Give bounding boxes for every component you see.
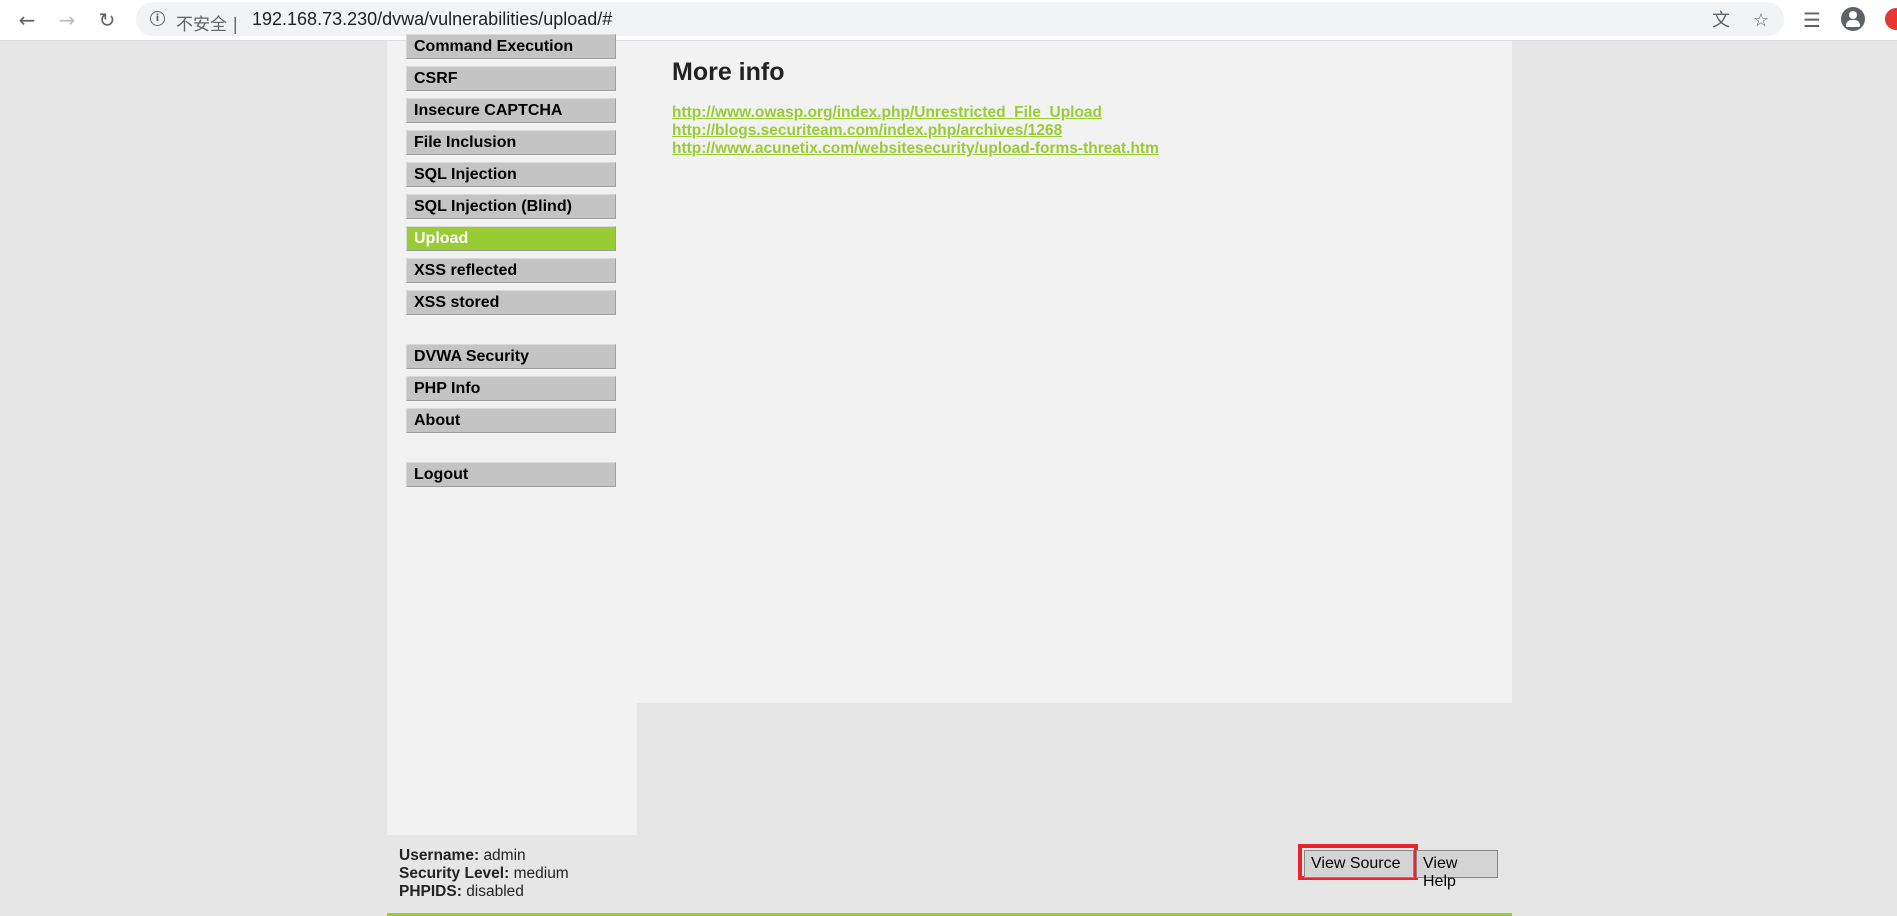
- sidebar-item-about[interactable]: About: [406, 408, 616, 433]
- avatar-icon[interactable]: [1841, 7, 1865, 31]
- username-value: admin: [483, 847, 526, 864]
- translate-icon[interactable]: 文: [1710, 10, 1732, 32]
- reading-list-icon[interactable]: ☰: [1798, 6, 1826, 34]
- reload-icon[interactable]: ↻: [93, 6, 121, 34]
- back-icon[interactable]: ←: [13, 6, 41, 34]
- forward-icon[interactable]: →: [53, 6, 81, 34]
- address-bar[interactable]: i 不安全 | 192.168.73.230/dvwa/vulnerabilit…: [136, 2, 1784, 36]
- main-content: More info http://www.owasp.org/index.php…: [637, 41, 1512, 703]
- sidebar-item-xss-stored[interactable]: XSS stored: [406, 290, 616, 315]
- security-level-value: medium: [513, 865, 569, 882]
- sidebar-item-php-info[interactable]: PHP Info: [406, 376, 616, 401]
- sidebar-item-insecure-captcha[interactable]: Insecure CAPTCHA: [406, 98, 616, 123]
- phpids-label: PHPIDS:: [399, 883, 462, 900]
- section-title: More info: [672, 58, 785, 86]
- star-icon[interactable]: ☆: [1750, 10, 1772, 32]
- url-text[interactable]: 192.168.73.230/dvwa/vulnerabilities/uplo…: [252, 9, 612, 30]
- username-label: Username:: [399, 847, 480, 864]
- user-info: Username: admin Security Level: medium P…: [399, 847, 569, 901]
- sidebar-item-csrf[interactable]: CSRF: [406, 66, 616, 91]
- extension-icon[interactable]: [1885, 8, 1897, 30]
- sidebar-item-command-execution[interactable]: Command Execution: [406, 34, 616, 59]
- owasp-link[interactable]: http://www.owasp.org/index.php/Unrestric…: [672, 104, 1159, 122]
- sidebar-item-xss-reflected[interactable]: XSS reflected: [406, 258, 616, 283]
- sidebar-item-dvwa-security[interactable]: DVWA Security: [406, 344, 616, 369]
- sidebar-item-logout[interactable]: Logout: [406, 462, 616, 487]
- view-source-button[interactable]: View Source: [1304, 850, 1414, 878]
- acunetix-link[interactable]: http://www.acunetix.com/websitesecurity/…: [672, 140, 1159, 158]
- sidebar-item-file-inclusion[interactable]: File Inclusion: [406, 130, 616, 155]
- view-help-button[interactable]: View Help: [1416, 850, 1498, 890]
- security-level-label: Security Level:: [399, 865, 510, 882]
- sidebar-item-sql-injection[interactable]: SQL Injection: [406, 162, 616, 187]
- sidebar-item-upload[interactable]: Upload: [406, 226, 616, 251]
- info-icon[interactable]: i: [150, 11, 165, 26]
- page-container: Command Execution CSRF Insecure CAPTCHA Fil…: [387, 34, 1512, 916]
- sidebar-item-sql-injection-blind[interactable]: SQL Injection (Blind): [406, 194, 616, 219]
- more-info-links: http://www.owasp.org/index.php/Unrestric…: [672, 104, 1159, 158]
- insecure-label[interactable]: 不安全 |: [176, 10, 238, 35]
- securiteam-link[interactable]: http://blogs.securiteam.com/index.php/ar…: [672, 122, 1159, 140]
- sidebar-menu: Command Execution CSRF Insecure CAPTCHA Fil…: [406, 34, 618, 494]
- phpids-value: disabled: [466, 883, 524, 900]
- browser-toolbar: ← → ↻ i 不安全 | 192.168.73.230/dvwa/vulner…: [0, 0, 1897, 41]
